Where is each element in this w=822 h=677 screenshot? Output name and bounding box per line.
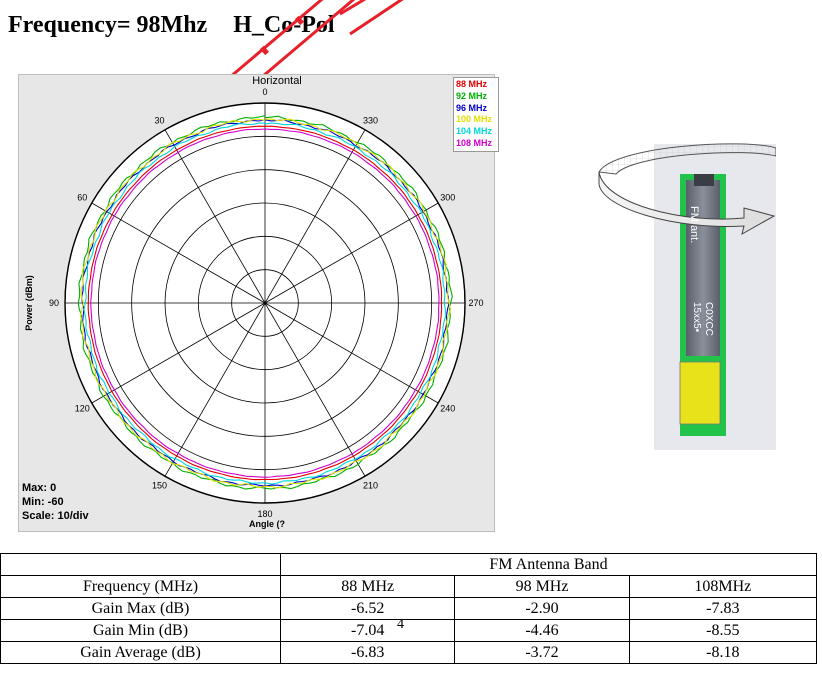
table-cell: -8.55 <box>628 619 818 642</box>
stat-min: Min: -60 <box>22 496 64 508</box>
table-header-cell: 88 MHz <box>279 575 456 598</box>
angle-tick-label: 60 <box>77 193 87 203</box>
table-cell: Gain Average (dB) <box>0 641 281 664</box>
plot-stats: Max: 0 Min: -60 Scale: 10/div <box>22 481 89 523</box>
gain-table: FM Antenna Band Frequency (MHz) 88 MHz 9… <box>0 553 818 664</box>
legend-entry: 88 MHz <box>456 79 488 89</box>
angular-axis-label: Angle (? <box>249 519 285 529</box>
table-group-header: FM Antenna Band <box>280 553 817 576</box>
angle-tick-label: 270 <box>468 298 483 308</box>
antenna-photo: FM ant. C0XCC 15xx5• <box>598 143 776 450</box>
table-cell: Gain Min (dB) <box>0 619 281 642</box>
table-cell: -6.52 <box>279 597 456 620</box>
table-header-cell: 98 MHz <box>454 575 630 598</box>
stat-max: Max: 0 <box>22 482 57 494</box>
angle-tick-label: 180 <box>257 509 272 519</box>
antenna-label-part: C0XCC <box>703 302 714 336</box>
radial-axis-label: Power (dBm) <box>24 275 34 331</box>
legend-entry: 96 MHz <box>456 102 488 113</box>
antenna-label-fm: FM ant. <box>688 206 700 243</box>
legend-entry: 104 MHz <box>456 126 493 137</box>
table-header-cell: Frequency (MHz) <box>0 575 281 598</box>
table-row: Gain Average (dB) -6.83 -3.72 -8.18 <box>0 641 818 664</box>
table-group-header-row: FM Antenna Band <box>0 553 817 576</box>
angle-tick-label: 0 <box>262 87 267 97</box>
table-header-cell: 108MHz <box>628 575 818 598</box>
frequency-heading: Frequency= 98Mhz <box>8 12 208 38</box>
angle-tick-label: 30 <box>154 115 164 125</box>
table-cell: -4.46 <box>454 619 630 642</box>
table-cell: -6.83 <box>279 641 456 664</box>
angle-tick-label: 90 <box>49 298 59 308</box>
table-header-row: Frequency (MHz) 88 MHz 98 MHz 108MHz <box>0 575 818 598</box>
angle-tick-label: 300 <box>440 193 455 203</box>
table-cell: Gain Max (dB) <box>0 597 281 620</box>
angle-tick-label: 120 <box>75 404 90 414</box>
chart-title: Horizontal <box>252 75 302 87</box>
polar-chart: Horizontal 0 30 60 90 120 150 180 210 240 270 300 3… <box>24 75 484 529</box>
angle-tick-label: 240 <box>440 404 455 414</box>
table-cell: -8.18 <box>628 641 818 664</box>
stat-scale: Scale: 10/div <box>22 510 89 522</box>
antenna-label-code: 15xx5• <box>691 302 702 333</box>
table-cell: -7.83 <box>628 597 818 620</box>
table-cell: -7.04 <box>279 619 456 642</box>
angle-tick-label: 150 <box>152 481 167 491</box>
legend-entry: 100 MHz <box>456 114 493 125</box>
legend-entry: 108 MHz <box>456 137 493 148</box>
angle-tick-label: 330 <box>363 115 378 125</box>
table-row: Gain Max (dB) -6.52 -2.90 -7.83 <box>0 597 818 620</box>
legend-entry: 92 MHz <box>456 90 488 101</box>
chart-legend: 88 MHz 92 MHz 96 MHz 100 MHz 104 MHz 108 MHz <box>453 77 499 152</box>
polar-plot-panel: Horizontal 0 30 60 90 120 150 180 210 240 270 300 3… <box>18 74 499 532</box>
table-row: Gain Min (dB) -7.04 -4.46 -8.55 <box>0 619 818 642</box>
page-number: 4 <box>397 617 404 632</box>
table-corner-cell <box>0 553 281 576</box>
table-cell: -2.90 <box>454 597 630 620</box>
table-cell: -3.72 <box>454 641 630 664</box>
angle-tick-label: 210 <box>363 481 378 491</box>
